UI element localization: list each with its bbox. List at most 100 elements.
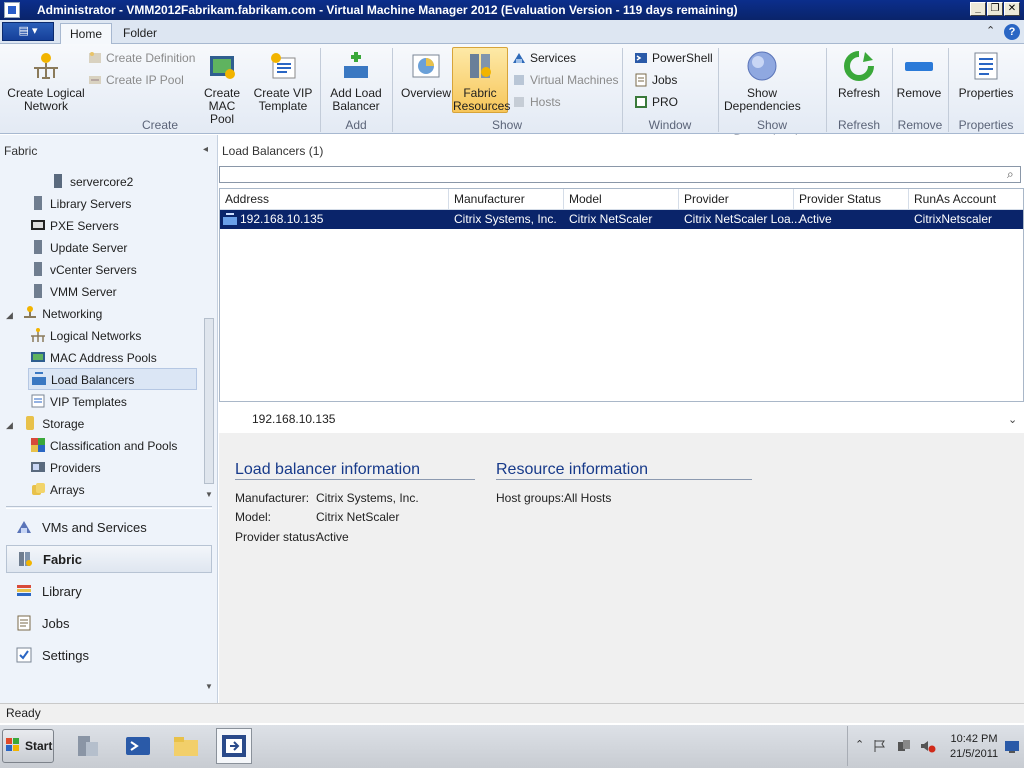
taskbar-explorer-button[interactable] [168, 728, 204, 764]
tree-label: Logical Networks [50, 329, 142, 343]
tree-item-vcenter-servers[interactable]: vCenter Servers [30, 259, 137, 281]
nav-settings[interactable]: Settings [6, 642, 212, 670]
tree-item-arrays[interactable]: Arrays [30, 479, 85, 501]
tree-item-classification-and-pools[interactable]: Classification and Pools [30, 435, 177, 457]
search-input[interactable] [219, 166, 1021, 183]
group-label-create: Create [141, 118, 179, 132]
show-desktop-icon[interactable] [1004, 740, 1020, 754]
nav-vms-and-services[interactable]: VMs and Services [6, 514, 212, 542]
hosts-button[interactable]: Hosts [512, 92, 561, 112]
manufacturer-value: Citrix Systems, Inc. [316, 491, 419, 505]
create-ip-pool-button[interactable]: Create IP Pool [88, 70, 184, 90]
services-button[interactable]: Services [512, 48, 576, 68]
refresh-icon [844, 51, 874, 81]
taskbar-server-manager-button[interactable] [70, 728, 106, 764]
powershell-button[interactable]: PowerShell [634, 48, 713, 68]
tab-folder[interactable]: Folder [114, 23, 166, 45]
speaker-muted-icon[interactable] [920, 739, 936, 753]
search-icon[interactable]: ⌕ [1007, 167, 1014, 182]
provider-status-value: Active [316, 530, 349, 544]
vcenter-server-icon [34, 262, 42, 276]
model-label: Model: [235, 510, 272, 524]
virtual-machines-label: Virtual Machines [530, 73, 619, 87]
tree-item-servercore2[interactable]: servercore2 [50, 171, 133, 193]
nav-fabric[interactable]: Fabric [6, 545, 212, 573]
add-load-balancer-button[interactable]: Add Load Balancer [326, 48, 386, 116]
remove-button[interactable]: Remove [896, 48, 942, 116]
column-header-provider-status[interactable]: Provider Status [794, 189, 909, 210]
ip-pool-icon [89, 76, 101, 84]
action-center-flag-icon[interactable] [873, 739, 887, 753]
app-icon[interactable] [4, 2, 20, 18]
create-definition-button[interactable]: Create Definition [88, 48, 195, 68]
details-header-bar [219, 403, 1024, 433]
create-mac-pool-button[interactable]: Create MAC Pool [196, 48, 248, 126]
details-title: 192.168.10.135 [252, 412, 336, 426]
refresh-label: Refresh [837, 86, 881, 100]
vmm-server-icon [34, 284, 42, 298]
tree-label: servercore2 [70, 175, 134, 189]
taskbar-powershell-button[interactable] [120, 728, 156, 764]
restore-button[interactable]: ❐ [987, 2, 1003, 16]
nav-jobs[interactable]: Jobs [6, 610, 212, 638]
column-header-runas-account[interactable]: RunAs Account [909, 189, 1023, 210]
scroll-down-arrow-icon[interactable]: ▼ [205, 490, 213, 499]
nav-splitter[interactable] [6, 506, 212, 509]
vms-and-services-icon [17, 521, 31, 533]
tree-label: Arrays [50, 483, 85, 497]
tree-item-networking[interactable]: ◢ Networking [6, 303, 102, 325]
fabric-resources-button[interactable]: Fabric Resources [452, 47, 510, 113]
jobs-ribbon-button[interactable]: Jobs [634, 70, 677, 90]
network-icon[interactable] [897, 739, 911, 753]
close-button[interactable]: ✕ [1004, 2, 1020, 16]
expand-arrow-icon[interactable]: ◢ [6, 310, 13, 320]
show-dependencies-icon [747, 51, 777, 81]
help-icon[interactable]: ? [1004, 24, 1020, 40]
show-dependencies-button[interactable]: Show Dependencies [724, 48, 801, 116]
minimize-ribbon-icon[interactable]: ⌃ [986, 24, 995, 37]
column-header-address[interactable]: Address [220, 189, 449, 210]
pro-button[interactable]: PRO [634, 92, 678, 112]
column-header-manufacturer[interactable]: Manufacturer [449, 189, 564, 210]
cell-manufacturer: Citrix Systems, Inc. [454, 212, 557, 226]
create-logical-network-button[interactable]: Create Logical Network [6, 48, 86, 116]
tree-item-library-servers[interactable]: Library Servers [30, 193, 131, 215]
tree-item-providers[interactable]: Providers [30, 457, 101, 479]
virtual-machines-icon [514, 75, 524, 85]
overview-button[interactable]: Overview [400, 48, 452, 116]
tree-label: Library Servers [50, 197, 132, 211]
collapse-pane-icon[interactable]: ◂ [203, 144, 208, 155]
expand-arrow-icon[interactable]: ◢ [6, 420, 13, 430]
taskbar-vmm-console-button[interactable] [216, 728, 252, 764]
taskbar-clock[interactable]: 10:42 PM 21/5/2011 [950, 732, 998, 762]
details-toggle-chevron-icon[interactable]: ⌄ [1008, 413, 1017, 426]
application-menu-button[interactable]: ▤ ▾ [2, 22, 54, 41]
tree-label: PXE Servers [50, 219, 119, 233]
tree-item-vmm-server[interactable]: VMM Server [30, 281, 117, 303]
tree-item-load-balancers[interactable]: Load Balancers [28, 368, 197, 390]
create-definition-label: Create Definition [106, 51, 196, 65]
refresh-button[interactable]: Refresh [834, 48, 884, 116]
server-manager-icon [78, 736, 98, 756]
column-header-model[interactable]: Model [564, 189, 679, 210]
virtual-machines-button[interactable]: Virtual Machines [512, 70, 619, 90]
group-label-show: Show [491, 118, 523, 132]
tree-scrollbar-thumb[interactable] [204, 318, 214, 484]
tree-item-storage[interactable]: ◢ Storage [6, 413, 84, 435]
tree-item-mac-address-pools[interactable]: MAC Address Pools [30, 347, 157, 369]
tab-home[interactable]: Home [60, 23, 113, 45]
minimize-button[interactable]: _ [970, 2, 986, 16]
tree-item-vip-templates[interactable]: VIP Templates [30, 391, 127, 413]
create-vip-template-button[interactable]: Create VIP Template [252, 48, 314, 116]
nav-overflow-arrow-icon[interactable]: ▼ [205, 682, 213, 691]
nav-library[interactable]: Library [6, 578, 212, 606]
column-header-provider[interactable]: Provider [679, 189, 794, 210]
show-hidden-icons-icon[interactable]: ⌃ [855, 738, 864, 751]
nav-label: Jobs [42, 616, 70, 631]
properties-button[interactable]: Properties [954, 48, 1018, 116]
tree-item-update-server[interactable]: Update Server [30, 237, 127, 259]
powershell-label: PowerShell [652, 51, 713, 65]
tree-item-pxe-servers[interactable]: PXE Servers [30, 215, 119, 237]
tree-item-logical-networks[interactable]: Logical Networks [30, 325, 141, 347]
storage-icon [26, 416, 35, 430]
